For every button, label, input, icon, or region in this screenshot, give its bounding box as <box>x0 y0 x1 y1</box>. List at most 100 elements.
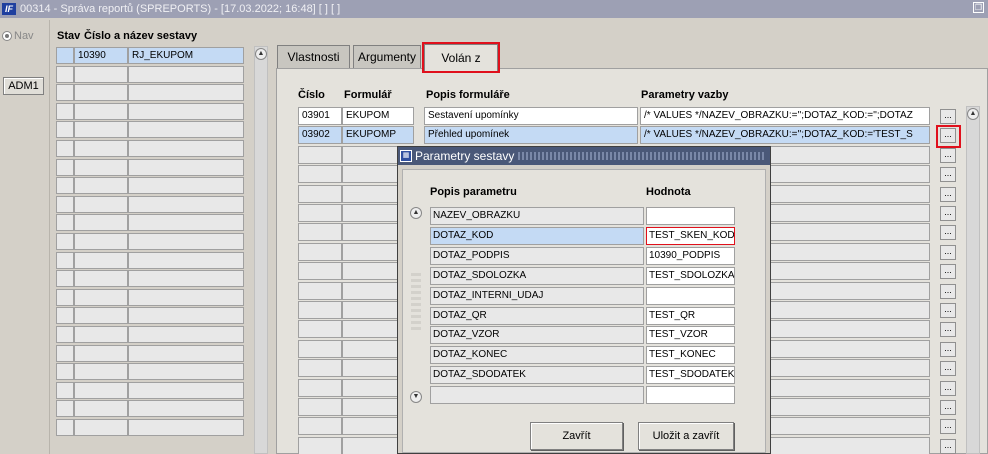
edit-params-button[interactable]: ... <box>940 322 956 337</box>
report-cislo-cell[interactable] <box>74 214 128 231</box>
report-nazev-cell[interactable] <box>128 66 244 83</box>
report-stav-cell[interactable] <box>56 270 74 287</box>
call-popis-cell[interactable]: Přehled upomínek <box>424 126 638 144</box>
edit-params-button[interactable]: ... <box>940 381 956 396</box>
call-cislo-cell[interactable] <box>298 262 342 280</box>
report-stav-cell[interactable] <box>56 345 74 362</box>
edit-params-button[interactable]: ... <box>940 303 956 318</box>
edit-params-button[interactable]: ... <box>940 109 956 124</box>
report-nazev-cell[interactable] <box>128 196 244 213</box>
report-nazev-cell[interactable] <box>128 140 244 157</box>
param-name-cell[interactable]: DOTAZ_INTERNI_UDAJ <box>430 287 644 305</box>
edit-params-button[interactable]: ... <box>940 225 956 240</box>
report-nazev-cell[interactable] <box>128 307 244 324</box>
restore-window-icon[interactable]: ❐ <box>973 2 984 13</box>
param-value-input[interactable]: TEST_QR <box>646 307 735 325</box>
call-cislo-cell[interactable] <box>298 340 342 358</box>
report-stav-cell[interactable] <box>56 177 74 194</box>
param-name-cell[interactable]: DOTAZ_SDOLOZKA <box>430 267 644 285</box>
call-parametry-cell[interactable]: /* VALUES */NAZEV_OBRAZKU:='';DOTAZ_KOD:… <box>640 126 930 144</box>
report-nazev-cell[interactable] <box>128 84 244 101</box>
call-cislo-cell[interactable] <box>298 417 342 435</box>
report-stav-cell[interactable] <box>56 289 74 306</box>
report-cislo-cell[interactable] <box>74 270 128 287</box>
call-cislo-cell[interactable] <box>298 204 342 222</box>
param-value-input[interactable] <box>646 386 735 404</box>
tab-argumenty[interactable]: Argumenty <box>353 45 421 68</box>
edit-params-button[interactable]: ... <box>940 245 956 260</box>
call-cislo-cell[interactable] <box>298 398 342 416</box>
report-stav-cell[interactable] <box>56 233 74 250</box>
report-stav-cell[interactable] <box>56 159 74 176</box>
report-nazev-cell[interactable] <box>128 289 244 306</box>
report-cislo-cell[interactable] <box>74 252 128 269</box>
edit-params-button[interactable]: ... <box>940 419 956 434</box>
call-cislo-cell[interactable] <box>298 359 342 377</box>
param-value-input[interactable]: TEST_VZOR <box>646 326 735 344</box>
report-cislo-cell[interactable] <box>74 419 128 436</box>
call-parametry-cell[interactable]: /* VALUES */NAZEV_OBRAZKU:='';DOTAZ_KOD:… <box>640 107 930 125</box>
report-stav-cell[interactable] <box>56 47 74 64</box>
edit-params-button[interactable]: ... <box>940 284 956 299</box>
report-cislo-cell[interactable] <box>74 84 128 101</box>
report-nazev-cell[interactable] <box>128 326 244 343</box>
scroll-up-icon[interactable]: ▲ <box>410 207 422 219</box>
param-value-input[interactable]: 10390_PODPIS <box>646 247 735 265</box>
param-value-input[interactable]: TEST_SDODATEK <box>646 366 735 384</box>
tab-vlastnosti[interactable]: Vlastnosti <box>277 45 350 68</box>
report-cislo-cell[interactable] <box>74 121 128 138</box>
report-cislo-cell[interactable] <box>74 140 128 157</box>
param-name-cell[interactable]: DOTAZ_QR <box>430 307 644 325</box>
report-nazev-cell[interactable] <box>128 233 244 250</box>
report-cislo-cell[interactable] <box>74 382 128 399</box>
nav-radio[interactable]: Nav <box>2 30 34 42</box>
report-stav-cell[interactable] <box>56 363 74 380</box>
call-cislo-cell[interactable] <box>298 243 342 261</box>
report-nazev-cell[interactable] <box>128 214 244 231</box>
call-cislo-cell[interactable] <box>298 320 342 338</box>
edit-params-button[interactable]: ... <box>940 206 956 221</box>
report-nazev-cell[interactable] <box>128 419 244 436</box>
param-name-cell[interactable]: DOTAZ_SDODATEK <box>430 366 644 384</box>
report-nazev-cell[interactable] <box>128 103 244 120</box>
report-cislo-cell[interactable] <box>74 326 128 343</box>
call-popis-cell[interactable]: Sestavení upomínky <box>424 107 638 125</box>
report-cislo-cell[interactable] <box>74 345 128 362</box>
report-cislo-cell[interactable] <box>74 363 128 380</box>
save-and-close-button[interactable]: Uložit a zavřít <box>638 422 734 450</box>
report-stav-cell[interactable] <box>56 214 74 231</box>
report-nazev-cell[interactable] <box>128 159 244 176</box>
report-nazev-cell[interactable] <box>128 382 244 399</box>
param-value-input[interactable]: TEST_KONEC <box>646 346 735 364</box>
call-cislo-cell[interactable]: 03901 <box>298 107 342 125</box>
report-cislo-cell[interactable] <box>74 307 128 324</box>
param-name-cell[interactable]: DOTAZ_KOD <box>430 227 644 245</box>
report-stav-cell[interactable] <box>56 307 74 324</box>
report-cislo-cell[interactable] <box>74 196 128 213</box>
call-cislo-cell[interactable] <box>298 379 342 397</box>
edit-params-button[interactable]: ... <box>940 187 956 202</box>
report-cislo-cell[interactable] <box>74 177 128 194</box>
edit-params-button[interactable]: ... <box>940 264 956 279</box>
dialog-titlebar[interactable]: ▦ Parametry sestavy <box>398 147 770 165</box>
report-stav-cell[interactable] <box>56 103 74 120</box>
report-stav-cell[interactable] <box>56 140 74 157</box>
report-stav-cell[interactable] <box>56 66 74 83</box>
edit-params-button[interactable]: ... <box>940 439 956 454</box>
close-button[interactable]: Zavřít <box>530 422 623 450</box>
report-stav-cell[interactable] <box>56 400 74 417</box>
scroll-down-icon[interactable]: ▼ <box>410 391 422 403</box>
call-cislo-cell[interactable] <box>298 223 342 241</box>
edit-params-button[interactable]: ... <box>940 400 956 415</box>
report-nazev-cell[interactable] <box>128 252 244 269</box>
param-name-cell[interactable]: NAZEV_OBRAZKU <box>430 207 644 225</box>
scroll-up-icon[interactable]: ▲ <box>255 48 267 60</box>
call-cislo-cell[interactable] <box>298 282 342 300</box>
param-name-cell[interactable]: DOTAZ_PODPIS <box>430 247 644 265</box>
call-formular-cell[interactable]: EKUPOM <box>342 107 414 125</box>
report-cislo-cell[interactable] <box>74 233 128 250</box>
report-nazev-cell[interactable] <box>128 177 244 194</box>
report-cislo-cell[interactable] <box>74 159 128 176</box>
called-from-scrollbar[interactable] <box>966 106 980 454</box>
call-cislo-cell[interactable]: 03902 <box>298 126 342 144</box>
